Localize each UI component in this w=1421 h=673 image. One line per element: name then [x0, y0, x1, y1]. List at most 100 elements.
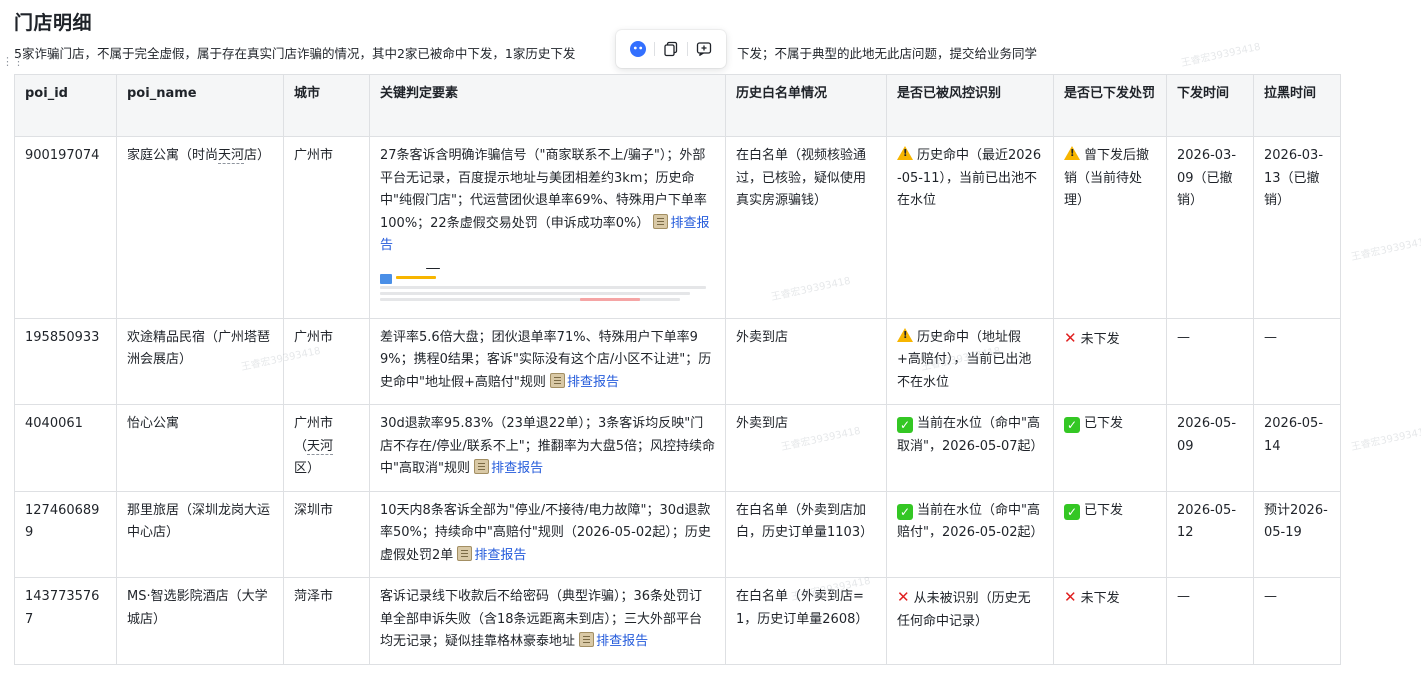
poi-name-cell[interactable]: 怡心公寓: [116, 404, 284, 492]
issue-time-cell[interactable]: 2026-05-12: [1166, 490, 1254, 578]
risk-status-text: 当前在水位（命中"高取消"，2026-05-07起）: [897, 416, 1044, 454]
block-time-cell[interactable]: 2026-05-14: [1253, 404, 1341, 492]
store-detail-table: poi_id poi_name 城市 关键判定要素 历史白名单情况 是否已被风控…: [14, 74, 1341, 665]
column-header[interactable]: 是否已下发处罚: [1053, 74, 1167, 137]
clipboard-icon: [550, 372, 565, 388]
key-factors-cell[interactable]: 30d退款率95.83%（23单退22单）；3条客诉均反映"门店不存在/停业/联…: [369, 404, 726, 492]
key-factors-cell[interactable]: 27条客诉含明确诈骗信号（"商家联系不上/骗子"）；外部平台无记录，百度提示地址…: [369, 136, 726, 319]
warning-icon: [1064, 146, 1080, 160]
floating-toolbar: [616, 30, 726, 68]
column-header[interactable]: 是否已被风控识别: [886, 74, 1054, 137]
issue-time-cell[interactable]: —: [1166, 577, 1254, 665]
assistant-icon[interactable]: [626, 37, 650, 61]
risk-status-cell[interactable]: 历史命中（最近2026-05-11），当前已出池不在水位: [886, 136, 1054, 319]
key-factors-cell[interactable]: 客诉记录线下收款后不给密码（典型诈骗）；36条处罚订单全部申诉失败（含18条远距…: [369, 577, 726, 665]
penalty-text: 未下发: [1080, 591, 1120, 606]
poi-id-cell[interactable]: 195850933: [14, 317, 117, 405]
column-header[interactable]: 拉黑时间: [1253, 74, 1341, 137]
table-row: 1437735767 MS·智选影院酒店（大学城店） 菏泽市 客诉记录线下收款后…: [14, 577, 1341, 665]
check-icon: ✓: [1064, 503, 1080, 520]
block-time-cell[interactable]: 预计2026-05-19: [1253, 490, 1341, 578]
column-header[interactable]: 历史白名单情况: [725, 74, 887, 137]
penalty-cell[interactable]: ✕ 未下发: [1053, 577, 1167, 665]
key-factors-cell[interactable]: 10天内8条客诉全部为"停业/不接待/电力故障"；30d退款率50%；持续命中"…: [369, 490, 726, 578]
toolbar-divider: [687, 42, 688, 56]
column-header[interactable]: 下发时间: [1166, 74, 1254, 137]
table-row: 195850933 欢途精品民宿（广州塔琶洲会展店） 广州市 差评率5.6倍大盘…: [14, 317, 1341, 405]
city-cell[interactable]: 菏泽市: [283, 577, 370, 665]
screenshot-thumbnail[interactable]: [380, 267, 706, 308]
penalty-cell[interactable]: 曾下发后撤销（当前待处理）: [1053, 136, 1167, 319]
block-time-cell[interactable]: —: [1253, 317, 1341, 405]
check-icon: ✓: [897, 417, 913, 433]
risk-status-text: 从未被识别（历史无任何命中记录）: [897, 591, 1031, 629]
table-header-row: poi_id poi_name 城市 关键判定要素 历史白名单情况 是否已被风控…: [14, 74, 1341, 137]
risk-status-cell[interactable]: ✓ 当前在水位（命中"高取消"，2026-05-07起）: [886, 404, 1054, 492]
block-time-cell[interactable]: —: [1253, 577, 1341, 665]
report-link[interactable]: 排查报告: [567, 375, 619, 390]
copy-icon[interactable]: [659, 37, 683, 61]
report-link[interactable]: 排查报告: [474, 548, 526, 563]
city-annotated-term[interactable]: 天河: [307, 438, 334, 455]
table-row: 900197074 家庭公寓（时尚天河店） 广州市 27条客诉含明确诈骗信号（"…: [14, 136, 1341, 319]
issue-time-cell[interactable]: 2026-05-09: [1166, 404, 1254, 492]
penalty-text: 已下发: [1084, 416, 1124, 431]
city-text: 区）: [294, 461, 321, 476]
poi-id-cell[interactable]: 900197074: [14, 136, 117, 319]
cross-icon: ✕: [1064, 328, 1077, 347]
column-header[interactable]: 关键判定要素: [369, 74, 726, 137]
city-cell[interactable]: 深圳市: [283, 490, 370, 578]
poi-name-text: 店）: [244, 148, 271, 163]
poi-id-cell[interactable]: 1274606899: [14, 490, 117, 578]
issue-time-cell[interactable]: —: [1166, 317, 1254, 405]
penalty-cell[interactable]: ✕ 未下发: [1053, 317, 1167, 405]
column-header[interactable]: 城市: [283, 74, 370, 137]
drag-handle-icon[interactable]: ⋮⋮: [2, 56, 24, 67]
issue-time-cell[interactable]: 2026-03-09（已撤销）: [1166, 136, 1254, 319]
table-row: 4040061 怡心公寓 广州市（天河区） 30d退款率95.83%（23单退2…: [14, 404, 1341, 492]
whitelist-cell[interactable]: 在白名单（视频核验通过，已核验，疑似使用真实房源骗钱）: [725, 136, 887, 319]
column-header[interactable]: poi_name: [116, 74, 284, 137]
report-link[interactable]: 排查报告: [491, 461, 543, 476]
whitelist-cell[interactable]: 在白名单（外卖到店=1，历史订单量2608）: [725, 577, 887, 665]
poi-name-cell[interactable]: 家庭公寓（时尚天河店）: [116, 136, 284, 319]
penalty-cell[interactable]: ✓ 已下发: [1053, 490, 1167, 578]
poi-name-cell[interactable]: 欢途精品民宿（广州塔琶洲会展店）: [116, 317, 284, 405]
poi-id-cell[interactable]: 4040061: [14, 404, 117, 492]
whitelist-cell[interactable]: 外卖到店: [725, 317, 887, 405]
poi-name-cell[interactable]: 那里旅居（深圳龙岗大运中心店）: [116, 490, 284, 578]
risk-status-cell[interactable]: ✓ 当前在水位（命中"高赔付"，2026-05-02起）: [886, 490, 1054, 578]
block-time-cell[interactable]: 2026-03-13（已撤销）: [1253, 136, 1341, 319]
comment-icon[interactable]: [692, 37, 716, 61]
key-factors-text: 10天内8条客诉全部为"停业/不接待/电力故障"；30d退款率50%；持续命中"…: [380, 502, 711, 563]
clipboard-icon: [653, 213, 669, 229]
poi-name-annotated-term[interactable]: 天河: [218, 148, 245, 164]
risk-status-text: 当前在水位（命中"高赔付"，2026-05-02起）: [897, 502, 1044, 541]
warning-icon: [897, 327, 913, 342]
penalty-text: 已下发: [1084, 502, 1124, 518]
table-row: 1274606899 那里旅居（深圳龙岗大运中心店） 深圳市 10天内8条客诉全…: [14, 490, 1341, 578]
summary-text-continued: 下发；不属于典型的此地无此店问题，提交给业务同学: [737, 46, 1038, 61]
clipboard-icon: [457, 545, 473, 561]
report-link[interactable]: 排查报告: [596, 634, 648, 649]
penalty-cell[interactable]: ✓ 已下发: [1053, 404, 1167, 492]
clipboard-icon: [474, 459, 490, 474]
toolbar-divider: [654, 42, 655, 56]
city-cell[interactable]: 广州市: [283, 317, 370, 405]
whitelist-cell[interactable]: 在白名单（外卖到店加白，历史订单量1103）: [725, 490, 887, 578]
column-header[interactable]: poi_id: [14, 74, 117, 137]
check-icon: ✓: [1064, 417, 1080, 433]
poi-name-cell[interactable]: MS·智选影院酒店（大学城店）: [116, 577, 284, 665]
poi-name-text: 家庭公寓（时尚: [127, 148, 219, 163]
whitelist-cell[interactable]: 外卖到店: [725, 404, 887, 492]
warning-icon: [897, 146, 913, 160]
key-factors-cell[interactable]: 差评率5.6倍大盘；团伙退单率71%、特殊用户下单率99%；携程0结果；客诉"实…: [369, 317, 726, 405]
clipboard-icon: [579, 632, 595, 647]
poi-id-cell[interactable]: 1437735767: [14, 577, 117, 665]
risk-status-cell[interactable]: ✕ 从未被识别（历史无任何命中记录）: [886, 577, 1054, 665]
key-factors-text: 30d退款率95.83%（23单退22单）；3条客诉均反映"门店不存在/停业/联…: [380, 416, 716, 476]
risk-status-cell[interactable]: 历史命中（地址假+高赔付），当前已出池不在水位: [886, 317, 1054, 405]
check-icon: ✓: [897, 503, 913, 520]
city-cell[interactable]: 广州市（天河区）: [283, 404, 370, 492]
city-cell[interactable]: 广州市: [283, 136, 370, 319]
